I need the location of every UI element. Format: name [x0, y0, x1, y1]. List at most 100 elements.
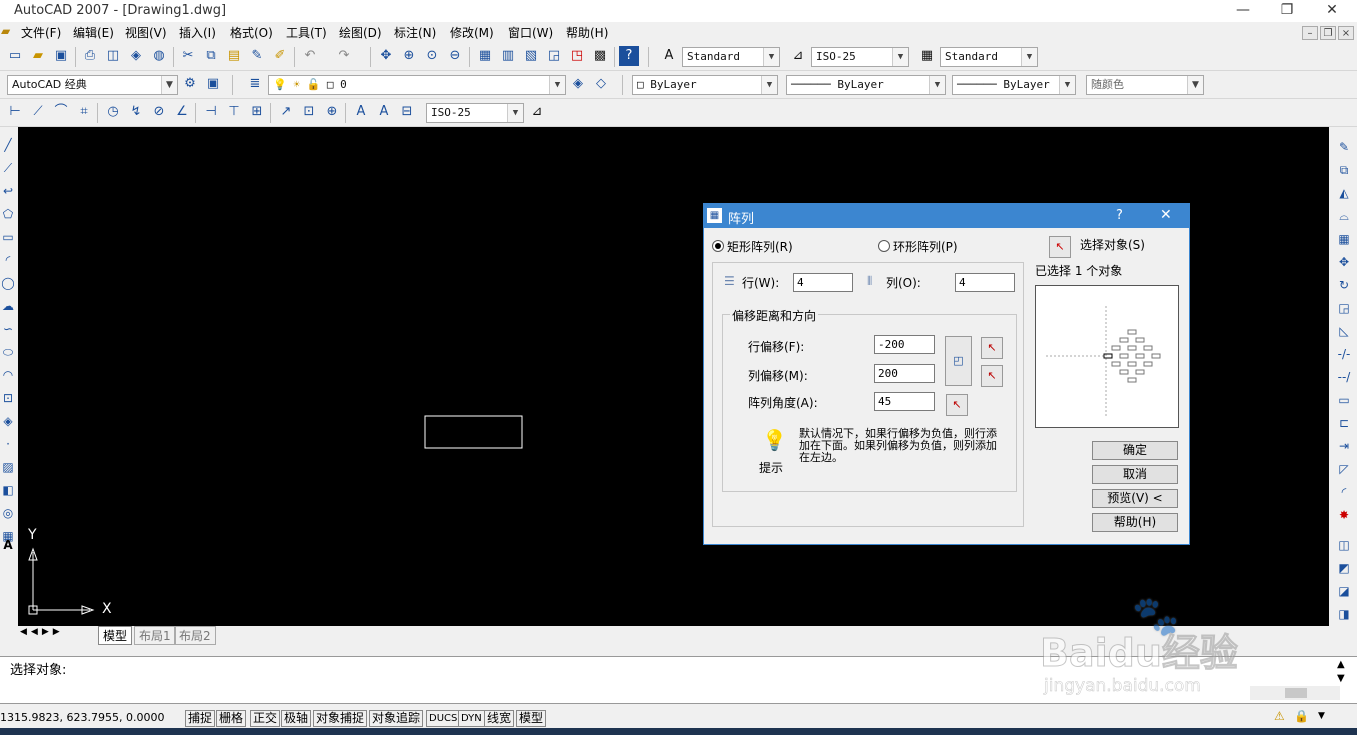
arc-length-icon[interactable]: ⌒ — [51, 102, 71, 122]
quick-dim-icon[interactable]: ⊣ — [201, 102, 221, 122]
aligned-dim-icon[interactable]: ⟋ — [28, 102, 48, 122]
radius-dim-icon[interactable]: ◷ — [103, 102, 123, 122]
ordinate-dim-icon[interactable]: ⌗ — [74, 102, 94, 122]
hatch-icon[interactable]: ▨ — [0, 459, 16, 475]
ellipse-arc-icon[interactable]: ◠ — [0, 367, 16, 383]
rows-input[interactable]: 4 — [793, 273, 853, 292]
linear-dim-icon[interactable]: ⊢ — [5, 102, 25, 122]
otrack-toggle[interactable]: 对象追踪 — [369, 710, 424, 727]
move-icon[interactable]: ✥ — [1336, 254, 1352, 270]
draw-order-icon[interactable]: ◫ — [1336, 537, 1352, 553]
dyn-toggle[interactable]: DYN — [458, 710, 485, 727]
baseline-dim-icon[interactable]: ⊤ — [224, 102, 244, 122]
tab-layout1[interactable]: 布局1 — [134, 626, 176, 645]
properties-icon[interactable]: ▦ — [475, 46, 495, 66]
make-block-icon[interactable]: ◈ — [0, 413, 16, 429]
col-offset-input[interactable]: 200 — [874, 364, 935, 383]
workspace-select[interactable]: AutoCAD 经典 ▼ — [7, 75, 178, 95]
menu-help[interactable]: 帮助(H) — [566, 24, 608, 41]
pick-col-offset-button[interactable]: ↖ — [981, 365, 1003, 387]
block-editor-icon[interactable]: ✐ — [270, 46, 290, 66]
dim-update-icon[interactable]: ⊟ — [397, 102, 417, 122]
pan-icon[interactable]: ✥ — [376, 46, 396, 66]
make-layer-current-icon[interactable]: ◈ — [568, 74, 588, 94]
rectangle-icon[interactable]: ▭ — [0, 229, 16, 245]
help-button[interactable]: 帮助(H) — [1092, 513, 1178, 532]
line-icon[interactable]: ╱ — [0, 137, 16, 153]
rectangular-array-radio[interactable] — [712, 240, 724, 252]
color-select[interactable]: □ ByLayer ▼ — [632, 75, 778, 95]
extend-icon[interactable]: --/ — [1336, 369, 1352, 385]
status-menu-icon[interactable]: ▼ — [1318, 711, 1325, 721]
revision-cloud-icon[interactable]: ☁ — [0, 298, 16, 314]
menu-draw[interactable]: 绘图(D) — [339, 24, 382, 41]
polar-array-radio[interactable] — [878, 240, 890, 252]
bring-front-icon[interactable]: ◩ — [1336, 560, 1352, 576]
model-toggle[interactable]: 模型 — [516, 710, 547, 727]
save-icon[interactable]: ▣ — [51, 46, 71, 66]
doc-restore-button[interactable]: ❐ — [1320, 26, 1336, 40]
undo-icon[interactable]: ↶ — [300, 46, 320, 66]
ducs-toggle[interactable]: DUCS — [426, 710, 461, 727]
ok-button[interactable]: 确定 — [1092, 441, 1178, 460]
lineweight-toggle[interactable]: 线宽 — [484, 710, 515, 727]
bring-above-icon[interactable]: ◨ — [1336, 606, 1352, 622]
break-icon[interactable]: ⊏ — [1336, 415, 1352, 431]
workspace-save-icon[interactable]: ▣ — [203, 74, 223, 94]
dim-style-icon[interactable]: ⊿ — [788, 46, 808, 66]
join-icon[interactable]: ⇥ — [1336, 438, 1352, 454]
tab-model[interactable]: 模型 — [98, 626, 133, 645]
array-angle-input[interactable]: 45 — [874, 392, 935, 411]
scroll-down-icon[interactable]: ▼ — [1337, 673, 1345, 684]
cancel-button[interactable]: 取消 — [1092, 465, 1178, 484]
tab-nav-arrows-icon[interactable]: ◀◀▶▶ — [20, 627, 64, 637]
close-button[interactable]: ✕ — [1309, 0, 1355, 22]
scroll-up-icon[interactable]: ▲ — [1337, 659, 1345, 670]
plot-preview-icon[interactable]: ◫ — [103, 46, 123, 66]
osnap-toggle[interactable]: 对象捕捉 — [313, 710, 368, 727]
layer-manager-icon[interactable]: ≣ — [245, 74, 265, 94]
menu-tools[interactable]: 工具(T) — [286, 24, 327, 41]
text-style-select[interactable]: Standard ▼ — [682, 47, 780, 67]
stretch-icon[interactable]: ◺ — [1336, 323, 1352, 339]
polygon-icon[interactable]: ⬠ — [0, 206, 16, 222]
point-icon[interactable]: · — [0, 436, 16, 452]
pick-both-offsets-button[interactable]: ◰ — [945, 336, 972, 386]
array-icon[interactable]: ▦ — [1336, 231, 1352, 247]
plot-style-select[interactable]: 随颜色 ▼ — [1086, 75, 1204, 95]
3d-dwf-icon[interactable]: ◍ — [149, 46, 169, 66]
dim-edit-icon[interactable]: A — [351, 102, 371, 122]
construction-line-icon[interactable]: ⟋ — [0, 160, 16, 176]
cut-icon[interactable]: ✂ — [178, 46, 198, 66]
dim-style-manager-icon[interactable]: ⊿ — [527, 102, 547, 122]
break-at-point-icon[interactable]: ▭ — [1336, 392, 1352, 408]
menu-view[interactable]: 视图(V) — [125, 24, 167, 41]
diameter-dim-icon[interactable]: ⊘ — [149, 102, 169, 122]
minimize-button[interactable]: — — [1220, 0, 1266, 22]
mtext-icon[interactable]: A — [0, 537, 16, 553]
dialog-close-button[interactable]: ✕ — [1160, 207, 1172, 223]
pick-row-offset-button[interactable]: ↖ — [981, 337, 1003, 359]
spline-icon[interactable]: ∽ — [0, 321, 16, 337]
layer-previous-icon[interactable]: ◇ — [591, 74, 611, 94]
grid-toggle[interactable]: 栅格 — [216, 710, 247, 727]
menu-window[interactable]: 窗口(W) — [508, 24, 553, 41]
markup-icon[interactable]: ◳ — [567, 46, 587, 66]
select-objects-button[interactable]: ↖ — [1049, 236, 1071, 258]
region-icon[interactable]: ◎ — [0, 505, 16, 521]
ortho-toggle[interactable]: 正交 — [250, 710, 281, 727]
table-style-icon[interactable]: ▦ — [917, 46, 937, 66]
layer-select[interactable]: 💡 ☀ 🔓 □ 0 ▼ — [268, 75, 566, 95]
calculator-icon[interactable]: ▩ — [590, 46, 610, 66]
snap-toggle[interactable]: 捕捉 — [185, 710, 216, 727]
menu-dimension[interactable]: 标注(N) — [394, 24, 436, 41]
gradient-icon[interactable]: ◧ — [0, 482, 16, 498]
tool-palettes-icon[interactable]: ▧ — [521, 46, 541, 66]
arc-icon[interactable]: ◜ — [0, 252, 16, 268]
quick-leader-icon[interactable]: ↗ — [276, 102, 296, 122]
zoom-window-icon[interactable]: ⊙ — [422, 46, 442, 66]
fillet-icon[interactable]: ◜ — [1336, 484, 1352, 500]
lock-icon[interactable]: 🔒 — [1294, 709, 1309, 723]
design-center-icon[interactable]: ▥ — [498, 46, 518, 66]
menu-modify[interactable]: 修改(M) — [450, 24, 494, 41]
